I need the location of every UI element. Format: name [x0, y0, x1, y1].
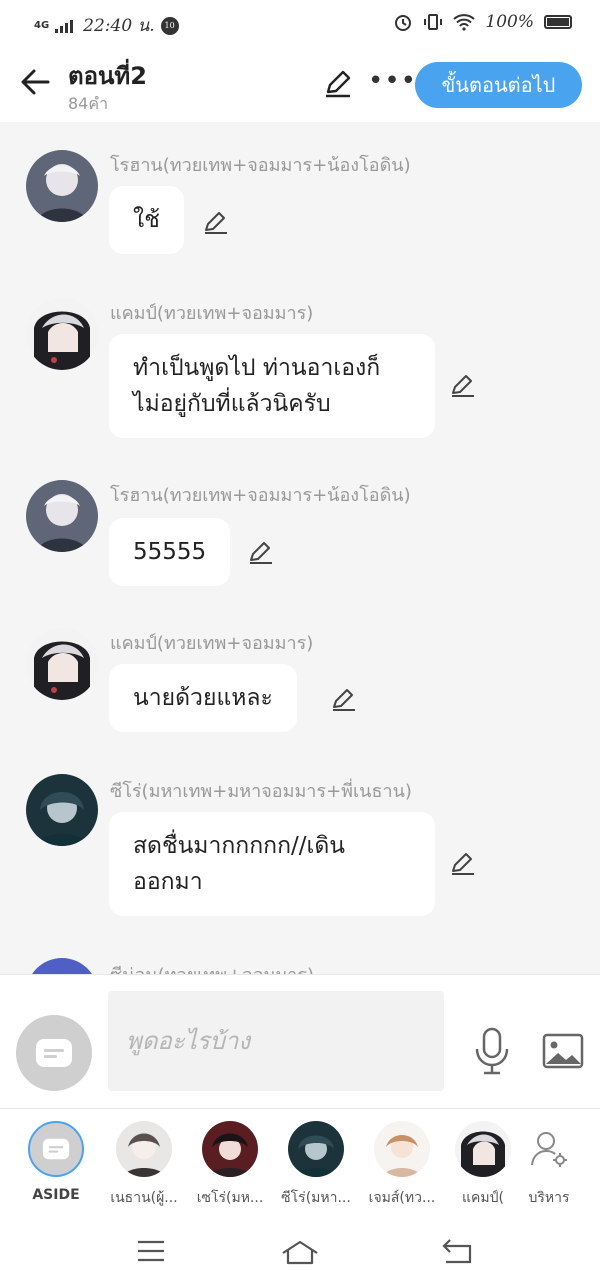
battery-icon	[544, 15, 572, 29]
character-label: แคมป์(	[462, 1190, 504, 1206]
character-label: เซโร่(มห...	[196, 1190, 264, 1206]
avatar	[288, 1121, 344, 1177]
wifi-icon	[453, 14, 476, 31]
character-item[interactable]: เซโร่(มห...	[195, 1121, 265, 1209]
message-bubble[interactable]: ทำเป็นพูดไป ท่านอาเองก็ ไม่อยู่กับที่แล้…	[109, 334, 435, 438]
more-options-icon[interactable]: •••	[368, 66, 417, 96]
character-label: ซีโร่(มหา...	[281, 1190, 351, 1206]
signal-icon	[55, 19, 74, 33]
character-label: บริหาร	[528, 1190, 570, 1206]
character-label: เจมส์(ทว...	[368, 1190, 436, 1206]
image-icon[interactable]	[542, 1033, 584, 1069]
avatar[interactable]	[26, 774, 98, 846]
chapter-title: ตอนที่2	[68, 62, 147, 90]
status-time: 22:40 น.	[83, 16, 155, 36]
message-bubble[interactable]: นายด้วยแหละ	[109, 664, 297, 732]
character-label: เนธาน(ผู้...	[110, 1190, 178, 1206]
notification-badge: 10	[160, 16, 179, 35]
back-arrow-icon[interactable]	[18, 64, 54, 100]
next-step-button[interactable]: ขั้นตอนต่อไป	[415, 62, 582, 108]
battery-percent: 100%	[485, 12, 534, 32]
aside-toggle-button[interactable]	[16, 1015, 92, 1091]
edit-message-icon[interactable]	[330, 685, 358, 713]
character-name: แคมป์(ทวยเทพ+จอมมาร)	[110, 303, 314, 324]
character-name: แคมป์(ทวยเทพ+จอมมาร)	[110, 633, 314, 654]
return-icon[interactable]	[440, 1238, 474, 1266]
message-bubble[interactable]: ใช้	[109, 186, 184, 254]
edit-message-icon[interactable]	[247, 538, 275, 566]
edit-title-icon[interactable]	[322, 68, 354, 100]
character-label: ASIDE	[32, 1187, 80, 1203]
chat-bubble-icon	[42, 1138, 70, 1160]
edit-message-icon[interactable]	[449, 371, 477, 399]
word-count: 84คำ	[68, 94, 109, 113]
home-icon[interactable]	[280, 1238, 320, 1266]
character-name: ซีน่อน(ทวยเทพ+จอมมาร)	[110, 960, 314, 974]
character-item[interactable]: เนธาน(ผู้...	[109, 1121, 179, 1209]
avatar	[374, 1121, 430, 1177]
avatar[interactable]	[26, 628, 98, 700]
character-name: ซีโร่(มหาเทพ+มหาจอมมาร+พี่เนธาน)	[110, 781, 412, 802]
avatar[interactable]	[26, 150, 98, 222]
avatar	[455, 1121, 511, 1177]
message-bubble[interactable]: 55555	[109, 518, 231, 586]
message-bubble[interactable]: สดชื่นมากกกกก//เดิน ออกมา	[109, 812, 435, 916]
user-settings-icon	[521, 1121, 577, 1177]
chat-area[interactable]: โรฮาน(ทวยเทพ+จอมมาร+น้องโอดิน) ใช้ แคมป์…	[0, 122, 600, 974]
character-selector: ASIDE เนธาน(ผู้... เซโร่(มห... ซีโร่(มหา…	[0, 1108, 600, 1220]
input-bar	[0, 974, 600, 1108]
vibrate-icon	[424, 14, 443, 30]
menu-icon[interactable]	[136, 1238, 166, 1264]
system-nav-bar	[0, 1220, 600, 1287]
status-bar: 4G 22:40 น. 10 100%	[0, 0, 600, 48]
avatar[interactable]	[26, 958, 98, 974]
character-item[interactable]: แคมป์(	[448, 1121, 518, 1209]
character-aside[interactable]: ASIDE	[21, 1121, 91, 1203]
microphone-icon[interactable]	[472, 1027, 512, 1075]
character-name: โรฮาน(ทวยเทพ+จอมมาร+น้องโอดิน)	[110, 485, 411, 506]
avatar	[116, 1121, 172, 1177]
network-indicator: 4G	[34, 20, 50, 31]
avatar[interactable]	[26, 298, 98, 370]
character-item[interactable]: เจมส์(ทว...	[367, 1121, 437, 1209]
manage-characters-button[interactable]: บริหาร	[514, 1121, 584, 1209]
alarm-icon	[395, 15, 412, 31]
chat-bubble-icon	[36, 1039, 72, 1067]
character-item[interactable]: ซีโร่(มหา...	[281, 1121, 351, 1209]
character-name: โรฮาน(ทวยเทพ+จอมมาร+น้องโอดิน)	[110, 155, 411, 176]
aside-avatar	[28, 1121, 84, 1177]
avatar	[202, 1121, 258, 1177]
message-input[interactable]	[108, 991, 444, 1091]
edit-message-icon[interactable]	[449, 849, 477, 877]
edit-message-icon[interactable]	[202, 208, 230, 236]
header: ตอนที่2 84คำ ••• ขั้นตอนต่อไป	[0, 48, 600, 122]
avatar[interactable]	[26, 480, 98, 552]
